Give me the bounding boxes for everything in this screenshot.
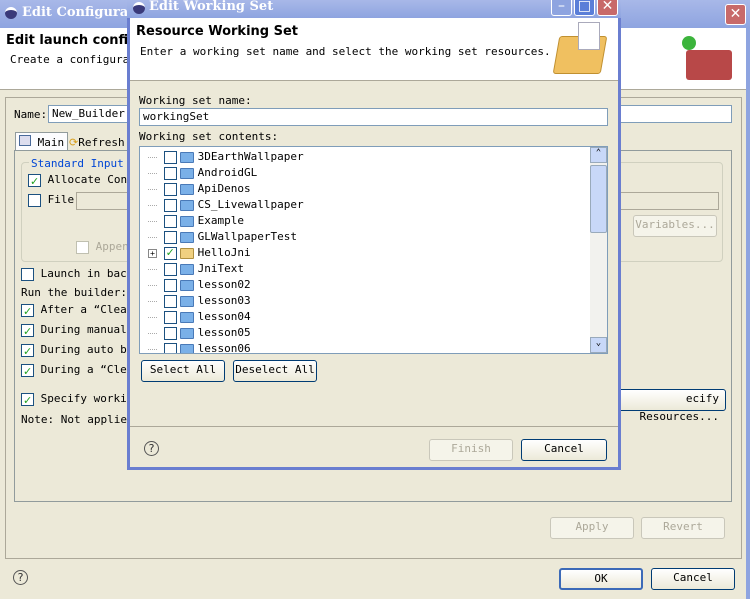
- tree-item-label: Example: [197, 214, 244, 227]
- project-icon: [179, 247, 194, 259]
- tree-item-checkbox[interactable]: [163, 326, 177, 340]
- tree-scrollbar[interactable]: ⌃ ⌄: [590, 147, 607, 353]
- tree-item-label: ApiDenos: [197, 182, 251, 195]
- tree-item-checkbox[interactable]: [163, 262, 177, 276]
- eclipse-icon: [5, 7, 17, 19]
- working-set-contents-label: Working set contents:: [139, 130, 279, 143]
- tree-item-checkbox[interactable]: [163, 245, 177, 261]
- file-checkbox[interactable]: File: [28, 190, 74, 210]
- tree-item-label: CS_Livewallpaper: [197, 198, 304, 211]
- tree-item-checkbox[interactable]: [163, 166, 177, 180]
- tree-item-checkbox[interactable]: [163, 214, 177, 228]
- folder-icon: [179, 151, 194, 163]
- outer-close-button[interactable]: ✕: [725, 4, 746, 25]
- tree-item[interactable]: lesson02: [140, 277, 607, 293]
- minimize-button[interactable]: –: [551, 0, 572, 16]
- refresh-icon: ⟳: [69, 136, 79, 149]
- eclipse-icon: [133, 2, 145, 14]
- inner-close-button[interactable]: ✕: [597, 0, 618, 16]
- resource-tree: 3DEarthWallpaper AndroidGL ApiDenos CS_L…: [139, 146, 608, 354]
- toolbox-icon: [686, 50, 732, 80]
- folder-icon: [179, 279, 194, 291]
- tree-item[interactable]: lesson03: [140, 293, 607, 309]
- inner-title: Edit Working Set: [149, 0, 274, 14]
- ok-button[interactable]: OK: [559, 568, 643, 590]
- outer-title: Edit Configura: [22, 5, 129, 20]
- tree-item-checkbox[interactable]: [163, 310, 177, 324]
- folder-icon: [179, 327, 194, 339]
- select-all-button[interactable]: Select All: [141, 360, 225, 382]
- tree-item-checkbox[interactable]: [163, 198, 177, 212]
- inner-help-icon[interactable]: ?: [144, 441, 159, 456]
- variables-button[interactable]: Variables...: [633, 215, 717, 237]
- tree-item-label: AndroidGL: [197, 166, 258, 179]
- name-label: Name:: [14, 108, 48, 121]
- revert-button[interactable]: Revert: [641, 517, 725, 539]
- outer-cancel-button[interactable]: Cancel: [651, 568, 735, 590]
- folder-icon: [179, 263, 194, 275]
- tree-item[interactable]: lesson06: [140, 341, 607, 354]
- tree-item-label: GLWallpaperTest: [197, 230, 297, 243]
- folder-icon: [179, 343, 194, 353]
- folder-icon: [179, 231, 194, 243]
- tree-item-label: 3DEarthWallpaper: [197, 150, 304, 163]
- tree-item[interactable]: + HelloJni: [140, 245, 607, 261]
- tree-item[interactable]: lesson05: [140, 325, 607, 341]
- working-set-name-label: Working set name:: [139, 94, 252, 107]
- tree-item-checkbox[interactable]: [163, 342, 177, 353]
- maximize-button[interactable]: □: [574, 0, 595, 16]
- expand-icon[interactable]: +: [148, 248, 157, 258]
- main-tab-icon: [19, 135, 31, 146]
- folder-icon: [179, 167, 194, 179]
- outer-help-icon[interactable]: ?: [13, 570, 28, 585]
- scroll-down-button[interactable]: ⌄: [590, 337, 607, 353]
- specify-working-checkbox[interactable]: Specify working: [21, 389, 140, 411]
- inner-title-bar: Edit Working Set: [127, 0, 621, 18]
- scroll-up-button[interactable]: ⌃: [590, 147, 607, 163]
- run-icon: [682, 36, 696, 50]
- tree-item[interactable]: AndroidGL: [140, 165, 607, 181]
- after-clean-checkbox[interactable]: After a “Clean”: [21, 300, 140, 322]
- folder-icon: [179, 199, 194, 211]
- folder-icon: [179, 311, 194, 323]
- tree-item[interactable]: CS_Livewallpaper: [140, 197, 607, 213]
- tree-item-checkbox[interactable]: [163, 278, 177, 292]
- tree-item[interactable]: JniText: [140, 261, 607, 277]
- folder-icon: [179, 295, 194, 307]
- tab-main[interactable]: Main: [15, 132, 69, 150]
- tree-item[interactable]: lesson04: [140, 309, 607, 325]
- apply-button[interactable]: Apply: [550, 517, 634, 539]
- folder-icon: [179, 183, 194, 195]
- inner-cancel-button[interactable]: Cancel: [521, 439, 607, 461]
- outer-border: [746, 28, 750, 599]
- deselect-all-button[interactable]: Deselect All: [233, 360, 317, 382]
- tree-item-label: lesson04: [197, 310, 251, 323]
- tree-item[interactable]: GLWallpaperTest: [140, 229, 607, 245]
- inner-header-title: Resource Working Set: [136, 24, 299, 39]
- document-icon: [578, 22, 600, 50]
- tab-refresh[interactable]: ⟳Refresh: [66, 134, 128, 151]
- tree-item-label: JniText: [197, 262, 244, 275]
- tree-item-label: HelloJni: [197, 246, 251, 259]
- tree-item[interactable]: ApiDenos: [140, 181, 607, 197]
- tree-item-label: lesson02: [197, 278, 251, 291]
- tree-item-label: lesson06: [197, 342, 251, 354]
- tree-item-checkbox[interactable]: [163, 182, 177, 196]
- tree-item-checkbox[interactable]: [163, 230, 177, 244]
- inner-separator: [130, 426, 618, 427]
- tree-item-label: lesson03: [197, 294, 251, 307]
- inner-header-desc: Enter a working set name and select the …: [140, 45, 551, 58]
- folder-icon: [179, 215, 194, 227]
- tree-item-checkbox[interactable]: [163, 294, 177, 308]
- tree-item-checkbox[interactable]: [163, 150, 177, 164]
- tree-item[interactable]: Example: [140, 213, 607, 229]
- tree-item-label: lesson05: [197, 326, 251, 339]
- tree-item[interactable]: 3DEarthWallpaper: [140, 149, 607, 165]
- scroll-thumb[interactable]: [590, 165, 607, 233]
- working-set-name-input[interactable]: workingSet: [139, 108, 608, 126]
- finish-button[interactable]: Finish: [429, 439, 513, 461]
